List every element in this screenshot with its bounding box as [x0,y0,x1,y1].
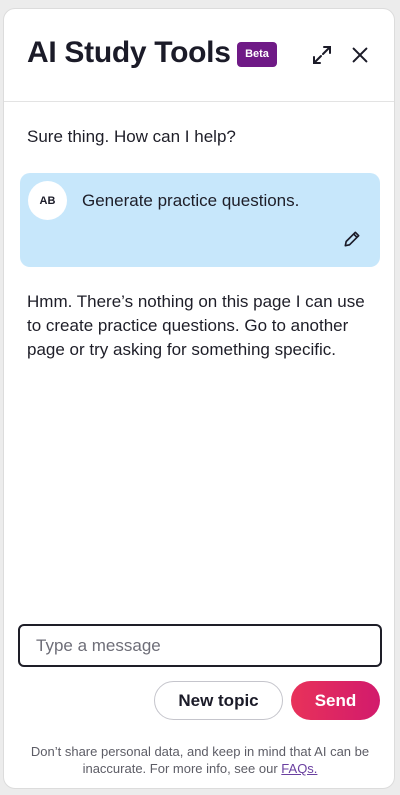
disclaimer-text: Don’t share personal data, and keep in m… [30,744,370,776]
assistant-message-response: Hmm. There’s nothing on this page I can … [27,292,365,359]
beta-badge: Beta [237,42,277,67]
ai-study-tools-panel: AI Study Tools Beta Sure thing. How can … [3,8,395,789]
message-input[interactable] [18,624,382,667]
new-topic-button[interactable]: New topic [154,681,283,720]
panel-header: AI Study Tools Beta [4,9,394,102]
close-button[interactable] [345,40,375,70]
assistant-message-greeting: Sure thing. How can I help? [27,127,236,146]
expand-button[interactable] [307,40,337,70]
close-icon [352,47,368,63]
avatar: AB [28,181,67,220]
panel-title: AI Study Tools [27,36,231,69]
expand-icon [313,46,331,64]
disclaimer: Don’t share personal data, and keep in m… [24,743,376,777]
pencil-icon [344,231,360,247]
user-message-text: Generate practice questions. [82,191,300,210]
send-button[interactable]: Send [291,681,380,720]
edit-message-button[interactable] [337,224,367,254]
faq-link[interactable]: FAQs. [281,761,317,776]
user-message-bubble: AB Generate practice questions. [20,173,380,267]
